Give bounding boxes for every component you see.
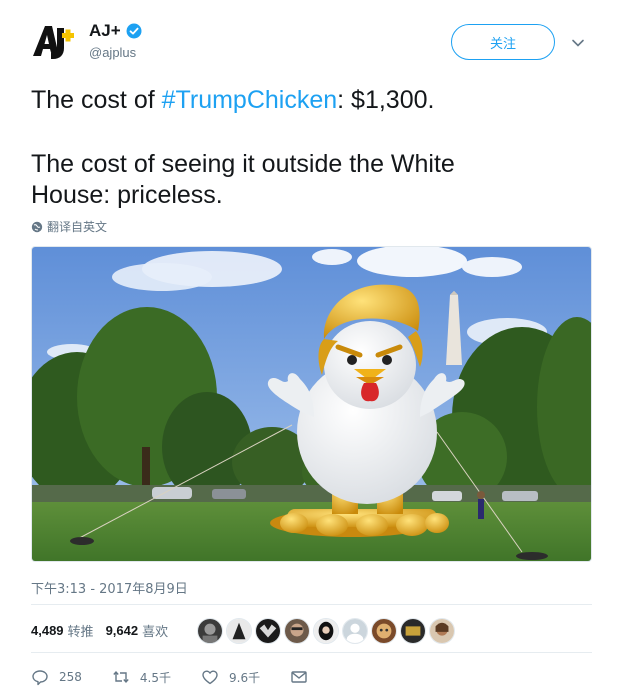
retweet-count: 4.5千 xyxy=(139,670,171,685)
tweet-timestamp[interactable]: 下午3:13 - 2017年8月9日 xyxy=(31,578,188,597)
avatar[interactable] xyxy=(313,618,339,644)
follow-button[interactable]: 关注 xyxy=(451,24,555,60)
direct-message-action[interactable] xyxy=(290,668,318,686)
liker-avatars xyxy=(197,618,458,644)
likes-count: 9,642 xyxy=(105,622,139,638)
avatar[interactable] xyxy=(342,618,368,644)
avatar[interactable] xyxy=(400,618,426,644)
tweet-line-1: The cost of #TrumpChicken: $1,300. xyxy=(31,85,591,116)
hashtag-link[interactable]: #TrumpChicken xyxy=(162,86,338,114)
reply-action[interactable]: 258 xyxy=(31,668,82,686)
heart-icon xyxy=(202,670,218,685)
tweet-stats: 4,489 转推 9,642 喜欢 xyxy=(31,616,180,644)
divider-top xyxy=(31,604,592,605)
avatar[interactable] xyxy=(197,618,223,644)
globe-icon xyxy=(31,221,43,232)
retweet-icon xyxy=(113,670,129,684)
retweet-action[interactable]: 4.5千 xyxy=(112,668,171,686)
likes-stat[interactable]: 9,642 喜欢 xyxy=(106,621,169,640)
avatar[interactable] xyxy=(255,618,281,644)
divider-bottom xyxy=(31,652,592,653)
avatar[interactable] xyxy=(226,618,252,644)
likes-label: 喜欢 xyxy=(142,624,169,640)
like-count: 9.6千 xyxy=(229,670,261,685)
tweet-header: AJ+ @ajplus 关注 xyxy=(0,0,621,80)
translate-link[interactable]: 翻译自英文 xyxy=(31,218,107,235)
display-name[interactable]: AJ+ xyxy=(89,21,121,41)
avatar[interactable] xyxy=(284,618,310,644)
tweet-text: The cost of #TrumpChicken: $1,300. The c… xyxy=(31,80,591,211)
tweet-line-2: The cost of seeing it outside the White xyxy=(31,150,455,178)
reply-icon xyxy=(32,670,48,686)
tweet-line-1-prefix: The cost of xyxy=(31,86,162,114)
aj-plus-logo[interactable] xyxy=(31,22,75,62)
chevron-down-icon[interactable] xyxy=(571,36,585,50)
tweet-line-1-suffix: : $1,300. xyxy=(337,86,435,114)
tweet-actions: 258 4.5千 9.6千 xyxy=(31,665,348,689)
display-name-row: AJ+ xyxy=(89,21,142,41)
retweets-count: 4,489 xyxy=(31,622,64,638)
reply-count: 258 xyxy=(59,670,82,684)
retweets-label: 转推 xyxy=(67,624,94,640)
avatar[interactable] xyxy=(371,618,397,644)
account-handle[interactable]: @ajplus xyxy=(89,45,136,60)
tweet-photo[interactable] xyxy=(31,246,592,562)
translate-label: 翻译自英文 xyxy=(47,220,108,234)
avatar[interactable] xyxy=(429,618,455,644)
verified-badge-icon xyxy=(126,23,142,39)
chicken-balloon-image xyxy=(32,247,591,561)
envelope-icon xyxy=(291,671,307,683)
tweet-line-3: House: priceless. xyxy=(31,181,223,209)
retweets-stat[interactable]: 4,489 转推 xyxy=(31,621,94,640)
like-action[interactable]: 9.6千 xyxy=(201,668,260,686)
